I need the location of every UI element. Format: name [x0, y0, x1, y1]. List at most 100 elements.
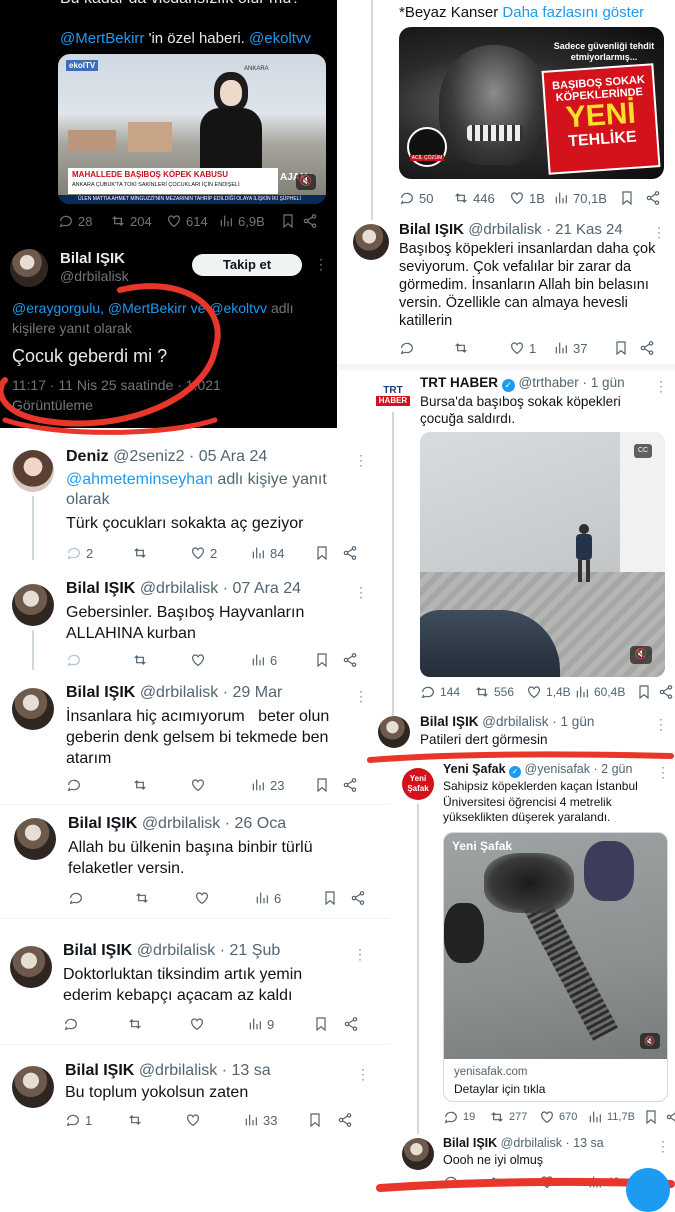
- like-button[interactable]: 670: [539, 1109, 587, 1125]
- share-button[interactable]: [302, 213, 318, 229]
- views-button[interactable]: 84: [250, 545, 314, 561]
- bookmark-button[interactable]: [314, 652, 342, 668]
- avatar[interactable]: [14, 818, 56, 860]
- more-options-icon[interactable]: ⋮: [354, 452, 368, 469]
- mute-icon[interactable]: 🔇: [630, 646, 652, 664]
- tweet-date[interactable]: 07 Ara 24: [233, 580, 302, 597]
- reply-button[interactable]: [399, 340, 453, 356]
- bookmark-button[interactable]: [613, 340, 639, 356]
- author-handle[interactable]: @drbilalisk: [137, 942, 215, 959]
- like-button[interactable]: 1,4B: [526, 684, 574, 700]
- views-button[interactable]: 70,1B: [553, 190, 619, 206]
- share-button[interactable]: [658, 684, 674, 700]
- news-card[interactable]: Yeni Şafak 🔇 yenisafak.com Detaylar için…: [443, 832, 668, 1102]
- views-button[interactable]: 33: [243, 1112, 307, 1128]
- bookmark-button[interactable]: [280, 213, 302, 229]
- author-name[interactable]: Bilal IŞIK: [65, 1062, 134, 1079]
- mute-icon[interactable]: 🔇: [640, 1033, 660, 1049]
- bookmark-button[interactable]: [313, 1016, 343, 1032]
- author-name[interactable]: Deniz: [66, 448, 109, 465]
- avatar[interactable]: [12, 450, 54, 492]
- reply-button[interactable]: 1: [65, 1112, 127, 1128]
- author-handle[interactable]: @drbilalisk: [468, 221, 542, 238]
- bookmark-button[interactable]: [314, 777, 342, 793]
- bookmark-button[interactable]: [322, 890, 350, 906]
- author-name[interactable]: Bilal IŞIK: [68, 815, 137, 832]
- views-button[interactable]: 60,4B: [574, 684, 636, 700]
- reply-button[interactable]: 19: [443, 1109, 489, 1125]
- retweet-button[interactable]: 556: [474, 684, 526, 700]
- more-options-icon[interactable]: ⋮: [354, 584, 368, 601]
- avatar[interactable]: [402, 1138, 434, 1170]
- reply-button[interactable]: 50: [399, 190, 453, 206]
- author-name[interactable]: TRT HABER: [420, 375, 498, 390]
- share-button[interactable]: [645, 190, 661, 206]
- retweet-button[interactable]: 446: [453, 190, 509, 206]
- like-button[interactable]: 614: [166, 213, 218, 229]
- video-card[interactable]: ekolTV ANKARA MAHALLEDE BAŞIBOŞ KÖPEK KA…: [58, 54, 326, 204]
- share-button[interactable]: [342, 545, 358, 561]
- author-name[interactable]: Bilal IŞIK: [60, 250, 125, 267]
- views-button[interactable]: 37: [553, 340, 613, 356]
- reply-button[interactable]: [66, 777, 132, 793]
- author-handle[interactable]: @drbilalisk: [501, 1136, 562, 1150]
- retweet-button[interactable]: [134, 890, 194, 906]
- yenisafak-logo[interactable]: Yeni Şafak: [402, 768, 434, 800]
- retweet-button[interactable]: [132, 545, 190, 561]
- news-video[interactable]: CC 🔇: [420, 432, 665, 677]
- reply-button[interactable]: [66, 652, 132, 668]
- like-button[interactable]: [190, 777, 250, 793]
- more-options-icon[interactable]: ⋮: [654, 716, 668, 733]
- tweet-date[interactable]: 1 gün: [591, 375, 625, 390]
- views-button[interactable]: 6,9B: [218, 213, 280, 229]
- author-handle[interactable]: @drbilalisk: [140, 580, 218, 597]
- reply-button[interactable]: 144: [420, 684, 474, 700]
- like-button[interactable]: [190, 652, 250, 668]
- reply-button[interactable]: [63, 1016, 127, 1032]
- retweet-button[interactable]: [127, 1016, 189, 1032]
- author-name[interactable]: Bilal IŞIK: [443, 1136, 497, 1150]
- tweet-date[interactable]: 1 gün: [561, 714, 595, 729]
- author-name[interactable]: Bilal IŞIK: [420, 714, 479, 729]
- mention-link[interactable]: @MertBekirr: [60, 30, 144, 47]
- author-handle[interactable]: @2seniz2: [113, 448, 184, 465]
- retweet-button[interactable]: [453, 340, 509, 356]
- reply-button[interactable]: [68, 890, 134, 906]
- captions-icon[interactable]: CC: [634, 444, 652, 458]
- bookmark-button[interactable]: [619, 190, 645, 206]
- tweet-date[interactable]: 05 Ara 24: [199, 448, 268, 465]
- compose-button[interactable]: [626, 1168, 670, 1212]
- avatar[interactable]: [12, 1066, 54, 1108]
- news-image[interactable]: Sadece güvenliği tehdit etmiyorlarmış...…: [399, 27, 664, 179]
- tweet-date[interactable]: 21 Kas 24: [555, 221, 623, 238]
- bookmark-button[interactable]: [643, 1109, 665, 1125]
- author-name[interactable]: Bilal IŞIK: [63, 942, 132, 959]
- bookmark-button[interactable]: [314, 545, 342, 561]
- more-options-icon[interactable]: ⋮: [353, 946, 367, 963]
- tweet-date[interactable]: 21 Şub: [230, 942, 281, 959]
- tweet-date[interactable]: 26 Oca: [235, 815, 287, 832]
- views-button[interactable]: 6: [250, 652, 314, 668]
- author-name[interactable]: Bilal IŞIK: [66, 580, 135, 597]
- author-handle[interactable]: @trthaber: [519, 375, 579, 390]
- avatar[interactable]: [12, 688, 54, 730]
- mention-link[interactable]: @ekoltvv: [249, 30, 311, 47]
- tweet-date[interactable]: 13 sa: [573, 1136, 604, 1150]
- author-handle[interactable]: @drbilalisk: [482, 714, 548, 729]
- share-button[interactable]: [665, 1109, 675, 1125]
- author-handle[interactable]: @drbilalisk: [142, 815, 220, 832]
- views-button[interactable]: 9: [247, 1016, 313, 1032]
- share-button[interactable]: [639, 340, 655, 356]
- more-options-icon[interactable]: ⋮: [356, 1066, 370, 1083]
- avatar[interactable]: [353, 224, 389, 260]
- author-handle[interactable]: @drbilalisk: [139, 1062, 217, 1079]
- retweet-button[interactable]: [132, 652, 190, 668]
- retweet-button[interactable]: 204: [110, 213, 166, 229]
- like-button[interactable]: 2: [190, 545, 250, 561]
- more-options-icon[interactable]: ⋮: [354, 688, 368, 705]
- like-button[interactable]: 1: [509, 340, 553, 356]
- show-more-link[interactable]: Daha fazlasını göster: [502, 4, 644, 21]
- author-name[interactable]: Bilal IŞIK: [66, 684, 135, 701]
- tweet-date[interactable]: 13 sa: [232, 1062, 271, 1079]
- views-button[interactable]: 23: [250, 777, 314, 793]
